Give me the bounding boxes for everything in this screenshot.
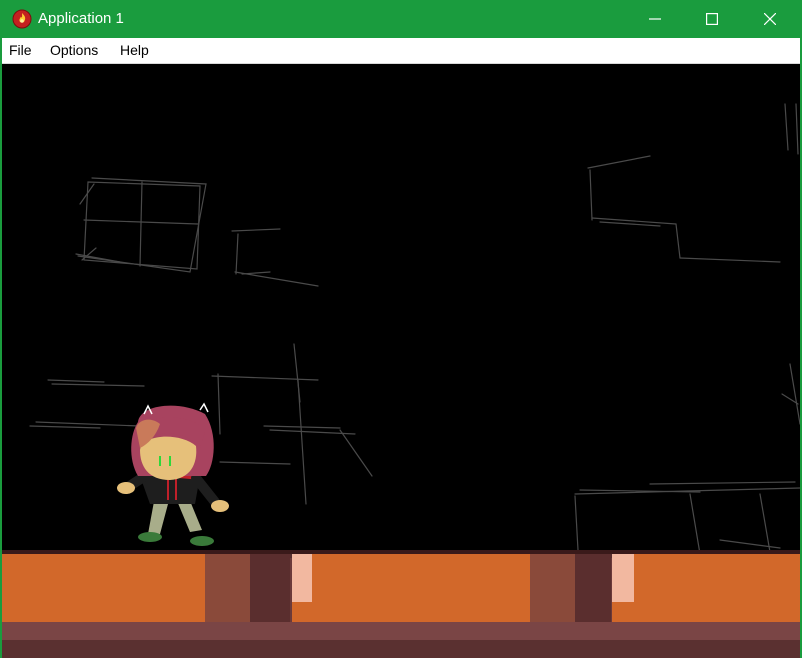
maximize-icon [706, 13, 718, 25]
menu-file[interactable]: File [9, 38, 32, 63]
brick-floor [0, 550, 802, 658]
app-flame-icon [12, 9, 32, 29]
close-button[interactable] [747, 0, 793, 38]
window-border-left [0, 38, 2, 658]
title-bar[interactable]: Application 1 [0, 0, 802, 38]
menu-bar: File Options Help [0, 38, 802, 64]
game-canvas[interactable] [0, 64, 802, 658]
menu-options[interactable]: Options [50, 38, 98, 63]
game-scene [0, 103, 802, 658]
close-icon [764, 13, 776, 25]
minimize-icon [649, 18, 661, 20]
menu-help[interactable]: Help [120, 38, 149, 63]
window-title: Application 1 [38, 10, 124, 27]
minimize-button[interactable] [632, 0, 678, 38]
maximize-button[interactable] [689, 0, 735, 38]
application-window: Application 1 File Options Help [0, 0, 802, 658]
